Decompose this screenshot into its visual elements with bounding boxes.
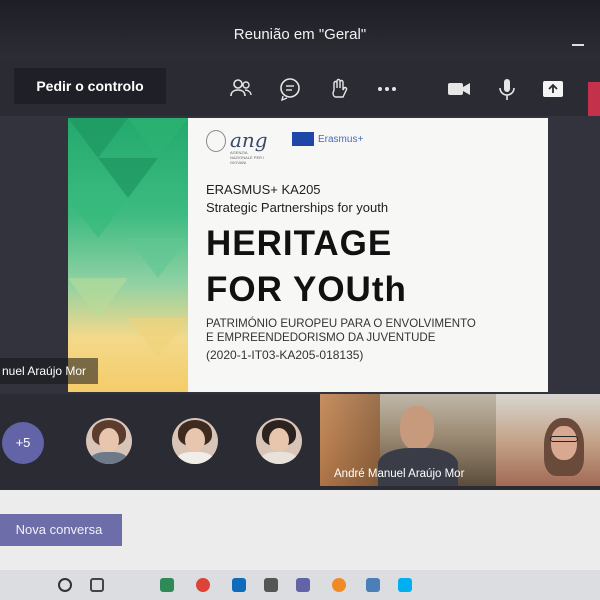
meeting-title: Reunião em "Geral" [233, 26, 367, 43]
ang-logo-subtitle: AGENZIA NAZIONALE PER I GIOVANI [230, 150, 265, 165]
emblem-icon [206, 130, 226, 152]
slide-decorative-art [68, 118, 188, 392]
slide-project-code: (2020-1-IT03-KA205-018135) [206, 348, 364, 362]
people-icon[interactable] [228, 76, 254, 102]
erasmus-logo: Erasmus+ [318, 134, 364, 145]
chat-panel: Nova conversa [0, 490, 600, 570]
new-conversation-button[interactable]: Nova conversa [0, 514, 122, 546]
more-icon[interactable] [374, 76, 400, 102]
app-icon[interactable] [264, 578, 278, 592]
eu-flag-icon [292, 132, 314, 146]
participant-strip: +5 André Manuel Araújo Mor [0, 394, 600, 490]
explorer-icon[interactable] [366, 578, 380, 592]
outlook-icon[interactable] [232, 578, 246, 592]
raise-hand-icon[interactable] [326, 76, 352, 102]
camera-icon[interactable] [446, 76, 472, 102]
ang-logo: ang [230, 128, 268, 152]
slide-program: ERASMUS+ KA205 [206, 182, 321, 197]
teams-icon[interactable] [296, 578, 310, 592]
participant-video[interactable] [496, 394, 600, 486]
participant-avatar[interactable] [172, 418, 218, 464]
slide-heading-line2: FOR YOUth [206, 270, 407, 309]
request-control-button[interactable]: Pedir o controlo [14, 68, 166, 104]
participant-video-name: André Manuel Araújo Mor [334, 468, 465, 480]
search-icon[interactable] [58, 578, 72, 592]
chat-icon[interactable] [277, 76, 303, 102]
meeting-toolbar: Pedir o controlo [0, 60, 600, 116]
firefox-icon[interactable] [332, 578, 346, 592]
slide-pt-line2: E EMPREENDEDORISMO DA JUVENTUDE [206, 332, 436, 344]
title-bar: Reunião em "Geral" [0, 0, 600, 60]
slide-subtitle: Strategic Partnerships for youth [206, 200, 389, 215]
mic-icon[interactable] [494, 76, 520, 102]
presenter-name-label: nuel Araújo Mor [0, 358, 98, 384]
slide-pt-line1: PATRIMÓNIO EUROPEU PARA O ENVOLVIMENTO [206, 318, 476, 330]
minimize-icon[interactable] [572, 44, 584, 46]
leave-button[interactable] [588, 82, 600, 116]
participant-avatar[interactable] [86, 418, 132, 464]
more-participants-badge[interactable]: +5 [2, 422, 44, 464]
chrome-icon[interactable] [196, 578, 210, 592]
skype-icon[interactable] [398, 578, 412, 592]
edge-icon[interactable] [160, 578, 174, 592]
share-icon[interactable] [540, 76, 566, 102]
shared-content-stage: ang AGENZIA NAZIONALE PER I GIOVANI Eras… [0, 116, 600, 394]
shared-slide: ang AGENZIA NAZIONALE PER I GIOVANI Eras… [68, 118, 548, 392]
task-view-icon[interactable] [90, 578, 104, 592]
taskbar [0, 570, 600, 600]
participant-avatar[interactable] [256, 418, 302, 464]
slide-heading-line1: HERITAGE [206, 224, 393, 263]
